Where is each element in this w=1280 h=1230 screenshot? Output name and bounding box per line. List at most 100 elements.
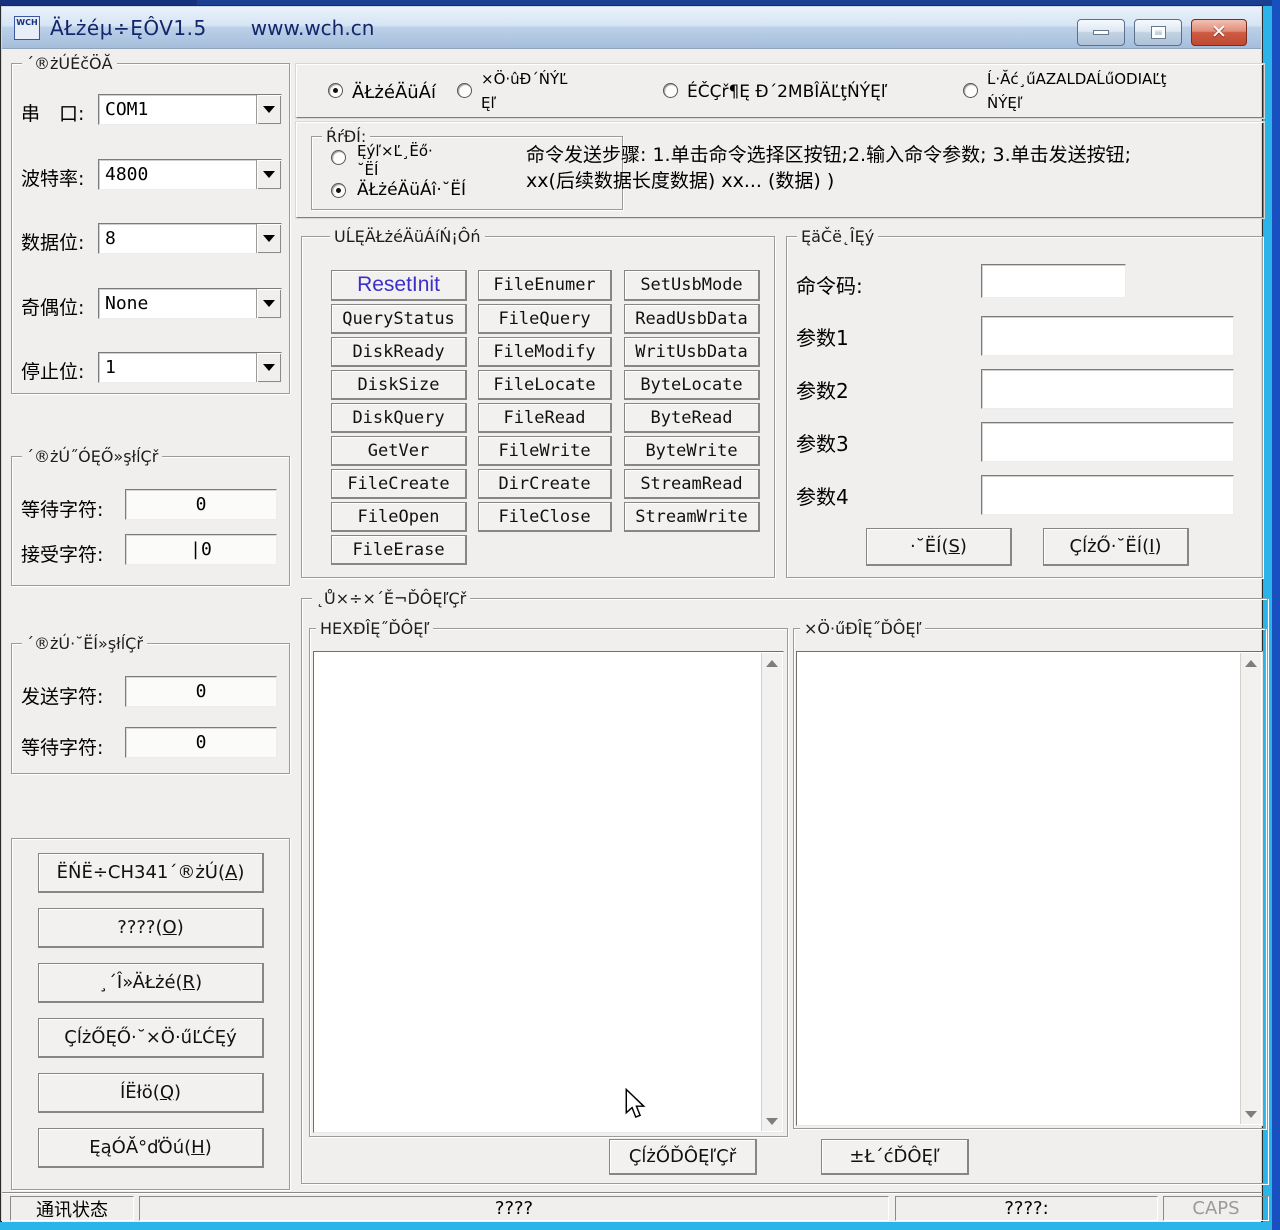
send-type-radio-1-label-line2: ˘ËÍ <box>357 161 379 179</box>
pending-chars-label: 等待字符: <box>21 737 104 759</box>
com-port-select[interactable]: COM1 <box>98 94 282 125</box>
cmd-fileopen-button[interactable]: FileOpen <box>331 502 467 532</box>
instructions-line2: xx(后续数据长度数据) xx... (数据) ) <box>526 170 835 192</box>
databits-label: 数据位: <box>21 232 85 254</box>
window-title-url: www.wch.cn <box>250 15 375 40</box>
cmd-querystatus-button[interactable]: QueryStatus <box>331 304 467 334</box>
cmd-streamread-button[interactable]: StreamRead <box>624 469 760 499</box>
cmd-filecreate-button[interactable]: FileCreate <box>331 469 467 499</box>
cmd-streamwrite-button[interactable]: StreamWrite <box>624 502 760 532</box>
send-type-radio-1[interactable] <box>331 150 346 165</box>
wait-chars-count: 0 <box>125 489 277 520</box>
baudrate-dropdown-button[interactable] <box>256 160 281 189</box>
sent-chars-label: 发送字符: <box>21 686 104 708</box>
scroll-down-icon[interactable] <box>762 1111 782 1131</box>
cmd-fileread-button[interactable]: FileRead <box>478 403 612 433</box>
cmd-code-label: 命令码: <box>796 274 863 298</box>
hex-scrollbar[interactable] <box>761 653 782 1131</box>
parity-select[interactable]: None <box>98 288 282 319</box>
sent-chars-count: 0 <box>125 676 277 707</box>
param4-input[interactable] <box>981 475 1234 515</box>
mode-radio-2[interactable] <box>457 83 472 98</box>
maximize-button[interactable] <box>1134 19 1182 46</box>
send-type-radio-2[interactable] <box>331 183 346 198</box>
cmd-writusbdata-button[interactable]: WritUsbData <box>624 337 760 367</box>
cmd-diskquery-button[interactable]: DiskQuery <box>331 403 467 433</box>
baudrate-label: 波特率: <box>21 168 85 190</box>
com-port-label: 串 口: <box>21 103 85 125</box>
mode-radio-3-label: ÉČÇř¶Ę Đ´2MBÎÄĽţŃÝĘľ <box>687 82 888 102</box>
exit-button[interactable]: ÍËłö(Q) <box>38 1073 264 1113</box>
cmd-resetinit-button[interactable]: ResetInit <box>331 270 467 301</box>
cmd-byteread-button[interactable]: ByteRead <box>624 403 760 433</box>
close-button[interactable]: ✕ <box>1191 19 1247 46</box>
desktop-edge-right <box>1272 0 1280 1230</box>
received-chars-count: |0 <box>125 534 277 565</box>
status-message: ???? <box>139 1196 889 1221</box>
cmd-fileenumer-button[interactable]: FileEnumer <box>478 270 612 301</box>
databits-select[interactable]: 8 <box>98 223 282 254</box>
cmd-code-input[interactable] <box>981 264 1126 298</box>
cmd-setusbmode-button[interactable]: SetUsbMode <box>624 270 760 301</box>
cmd-fileerase-button[interactable]: FileErase <box>331 535 467 565</box>
cmd-getver-button[interactable]: GetVer <box>331 436 467 466</box>
mode-radio-4[interactable] <box>963 83 978 98</box>
send-command-button[interactable]: ·˘ËÍ(S) <box>866 528 1012 566</box>
cmd-dircreate-button[interactable]: DirCreate <box>478 469 612 499</box>
param2-input[interactable] <box>981 369 1234 409</box>
unknown-o-button[interactable]: ????(O) <box>38 908 264 948</box>
char-display-area[interactable] <box>796 651 1263 1126</box>
param3-input[interactable] <box>981 422 1234 462</box>
minimize-button[interactable] <box>1077 19 1125 46</box>
cmd-diskready-button[interactable]: DiskReady <box>331 337 467 367</box>
param4-label: 参数4 <box>796 485 849 509</box>
chevron-down-icon <box>263 364 275 371</box>
clear-display-button[interactable]: ÇĺżŐĎÔĘľÇř <box>609 1139 757 1175</box>
window-glow-bottom <box>0 1222 1272 1230</box>
cmd-filelocate-button[interactable]: FileLocate <box>478 370 612 400</box>
search-ch341-button[interactable]: ËŃË÷CH341´®żÚ(A) <box>38 853 264 893</box>
scroll-down-icon[interactable] <box>1241 1104 1261 1124</box>
cmd-bytewrite-button[interactable]: ByteWrite <box>624 436 760 466</box>
send-type-radio-1-label-line1: Ęýľ×Ľ¸Ëő· <box>357 142 433 160</box>
cmd-readusbdata-button[interactable]: ReadUsbData <box>624 304 760 334</box>
mode-radio-1[interactable] <box>328 83 343 98</box>
cmd-fileclose-button[interactable]: FileClose <box>478 502 612 532</box>
char-scrollbar[interactable] <box>1240 653 1261 1124</box>
status-display-group-title: ˛Ů×÷×´Ě¬ĎÔĘľÇř <box>312 589 471 608</box>
parity-dropdown-button[interactable] <box>256 289 281 318</box>
hex-display-area[interactable] <box>313 651 784 1133</box>
chevron-down-icon <box>263 106 275 113</box>
instructions-line1: 命令发送步骤: 1.单击命令选择区按钮;2.输入命令参数; 3.单击发送按钮; <box>526 144 1132 166</box>
stopbits-label: 停止位: <box>21 361 85 383</box>
cmd-filemodify-button[interactable]: FileModify <box>478 337 612 367</box>
com-port-dropdown-button[interactable] <box>256 95 281 124</box>
parity-label: 奇偶位: <box>21 297 85 319</box>
char-display-group-title: ×Ö·űĐÎĘ˝ĎÔĘľ <box>800 619 926 638</box>
cmd-filewrite-button[interactable]: FileWrite <box>478 436 612 466</box>
clear-counters-button[interactable]: ÇĺżŐĘŐ·˘×Ö·űĽĆĘý <box>38 1018 264 1058</box>
help-button[interactable]: ĘąÓĂ°ďÖú(H) <box>38 1128 264 1168</box>
scroll-up-icon[interactable] <box>1241 653 1261 673</box>
titlebar[interactable]: WCH ÄŁżéµ÷ĘÔV1.5 www.wch.cn ✕ <box>2 7 1261 49</box>
cmd-bytelocate-button[interactable]: ByteLocate <box>624 370 760 400</box>
app-window: WCH ÄŁżéµ÷ĘÔV1.5 www.wch.cn ✕ ´®żÚÉčÖĂ 串… <box>0 5 1269 1222</box>
stopbits-dropdown-button[interactable] <box>256 353 281 382</box>
scroll-up-icon[interactable] <box>762 653 782 673</box>
send-buffer-group-title: ´®żÚ·˘ËÍ»şłĺÇř <box>22 634 147 653</box>
baudrate-select[interactable]: 4800 <box>98 159 282 190</box>
save-display-button[interactable]: ±Ł´ćĎÔĘľ <box>821 1139 969 1175</box>
input-params-group-title: ĘäČë˛ÎĘý <box>797 227 879 246</box>
status-caps: CAPS <box>1163 1196 1269 1221</box>
mode-radio-3[interactable] <box>663 83 678 98</box>
received-chars-label: 接受字符: <box>21 544 104 566</box>
mode-radio-2-label-line1: ×Ö·ûĐ´ŃÝĽ <box>481 70 568 88</box>
clear-send-button[interactable]: ÇĺżŐ·˘ËÍ(I) <box>1043 528 1189 566</box>
reset-module-button[interactable]: ¸´Î»ÄŁżé(R) <box>38 963 264 1003</box>
cmd-filequery-button[interactable]: FileQuery <box>478 304 612 334</box>
databits-dropdown-button[interactable] <box>256 224 281 253</box>
param1-input[interactable] <box>981 316 1234 356</box>
cmd-disksize-button[interactable]: DiskSize <box>331 370 467 400</box>
close-icon: ✕ <box>1211 21 1227 43</box>
stopbits-select[interactable]: 1 <box>98 352 282 383</box>
